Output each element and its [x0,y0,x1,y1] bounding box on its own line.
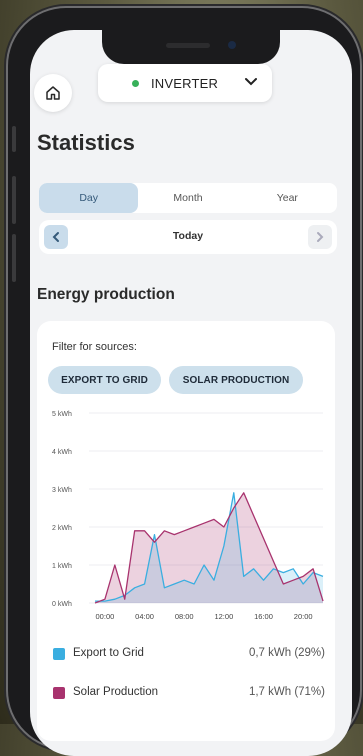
y-tick-label: 3 kWh [52,487,72,494]
volume-down-button [12,234,16,282]
tab-day[interactable]: Day [39,183,139,213]
legend-value: 0,7 kWh (29%) [248,647,325,659]
home-icon [46,86,60,100]
y-tick-label: 5 kWh [52,411,72,418]
legend-item-export: Export to Grid 0,7 kWh (29%) [53,645,325,663]
section-title: Energy production [37,286,175,303]
home-button[interactable] [34,74,72,112]
y-tick-label: 2 kWh [52,525,72,532]
tab-month[interactable]: Month [138,183,237,213]
y-tick-label: 0 kWh [52,601,72,608]
legend-name: Export to Grid [73,647,144,659]
app-screen: INVERTER Statistics Day Month Year Today… [30,30,352,756]
next-day-button[interactable] [308,225,332,249]
filter-chip-export[interactable]: EXPORT TO GRID [48,366,161,394]
x-tick-label: 12:00 [214,612,233,621]
y-tick-label: 1 kWh [52,563,72,570]
y-tick-label: 4 kWh [52,449,72,456]
speaker [166,43,210,48]
energy-card: Filter for sources: EXPORT TO GRID SOLAR… [37,321,335,741]
mute-switch [12,126,16,152]
legend-swatch-export [53,648,65,660]
date-label: Today [172,230,204,242]
filter-chip-solar[interactable]: SOLAR PRODUCTION [169,366,303,394]
energy-chart: 5 kWh 4 kWh 3 kWh 2 kWh 1 kWh 0 kWh 00:00 04:00… [52,411,324,621]
x-tick-label: 00:00 [96,612,115,621]
x-tick-label: 08:00 [175,612,194,621]
legend-swatch-solar [53,687,65,699]
date-navigator: Today [39,220,337,254]
camera [228,41,236,49]
page-title: Statistics [37,130,135,155]
legend-item-solar: Solar Production 1,7 kWh (71%) [53,684,325,702]
status-dot [132,79,139,87]
volume-up-button [12,176,16,224]
x-tick-label: 20:00 [294,612,313,621]
chevron-down-icon [245,78,257,86]
legend-value: 1,7 kWh (71%) [248,686,325,698]
device-selector[interactable]: INVERTER [98,64,272,102]
legend-name: Solar Production [73,686,159,698]
device-label: INVERTER [151,75,219,91]
notch [102,30,280,64]
period-tabs: Day Month Year [39,183,337,213]
filter-label: Filter for sources: [52,341,137,353]
x-tick-label: 04:00 [135,612,154,621]
chevron-right-icon [317,232,324,242]
x-tick-label: 16:00 [254,612,273,621]
tab-year[interactable]: Year [238,183,337,213]
